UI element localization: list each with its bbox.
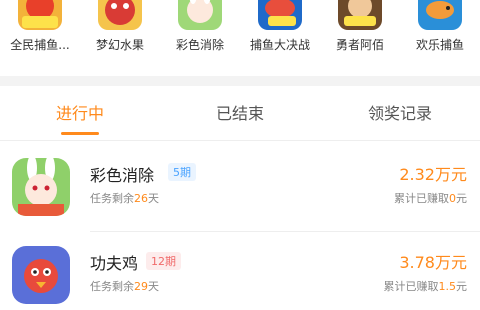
game-name: 梦幻水果 — [95, 38, 144, 52]
bunny-girl-game-icon — [178, 0, 222, 30]
bunny-girl-app-icon — [12, 158, 70, 216]
tab-reward-history[interactable]: 领奖记录 — [350, 86, 450, 140]
task-tabs: 进行中 已结束 领奖记录 — [0, 86, 480, 141]
game-item[interactable]: 彩色消除 — [160, 0, 240, 70]
game-item[interactable]: 欢乐捕鱼 — [400, 0, 480, 70]
game-name: 欢乐捕鱼 — [415, 38, 464, 52]
period-badge: 5期 — [168, 163, 196, 181]
task-title: 功夫鸡 — [90, 254, 139, 273]
game-item[interactable]: 捕鱼大决战 — [240, 0, 320, 70]
game-item[interactable]: 梦幻水果 — [80, 0, 160, 70]
game-item[interactable]: 勇者阿佰 — [320, 0, 400, 70]
task-amount: 2.32万元 — [399, 165, 467, 184]
active-tab-indicator — [61, 132, 99, 135]
task-remaining: 任务剩余29天 — [90, 280, 159, 293]
tab-ended[interactable]: 已结束 — [190, 86, 290, 140]
card-divider — [90, 231, 480, 232]
game-name: 勇者阿佰 — [335, 38, 384, 52]
game-name: 全民捕鱼... — [10, 38, 70, 52]
happy-fishing-game-icon — [418, 0, 462, 30]
fruit-game-icon — [98, 0, 142, 30]
task-title: 彩色消除 — [90, 166, 155, 185]
section-separator — [0, 76, 480, 86]
task-card[interactable]: 功夫鸡 12期 任务剩余29天 3.78万元 累计已赚取1.5元 — [0, 236, 480, 310]
fish-battle-game-icon — [258, 0, 302, 30]
game-item[interactable]: 全民捕鱼... — [0, 0, 80, 70]
hero-game-icon — [338, 0, 382, 30]
task-earned: 累计已赚取0元 — [394, 192, 467, 205]
game-name: 彩色消除 — [175, 38, 224, 52]
period-badge: 12期 — [146, 252, 181, 270]
game-name: 捕鱼大决战 — [249, 38, 310, 52]
task-earned: 累计已赚取1.5元 — [383, 280, 468, 293]
fishing-game-icon — [18, 0, 62, 30]
task-remaining: 任务剩余26天 — [90, 192, 159, 205]
game-row: 全民捕鱼... 梦幻水果 彩色消除 捕鱼大决战 勇者阿佰 欢乐捕鱼 — [0, 0, 480, 76]
task-card[interactable]: 彩色消除 5期 任务剩余26天 2.32万元 累计已赚取0元 — [0, 150, 480, 224]
kungfu-chicken-app-icon — [12, 246, 70, 304]
task-amount: 3.78万元 — [399, 253, 467, 272]
